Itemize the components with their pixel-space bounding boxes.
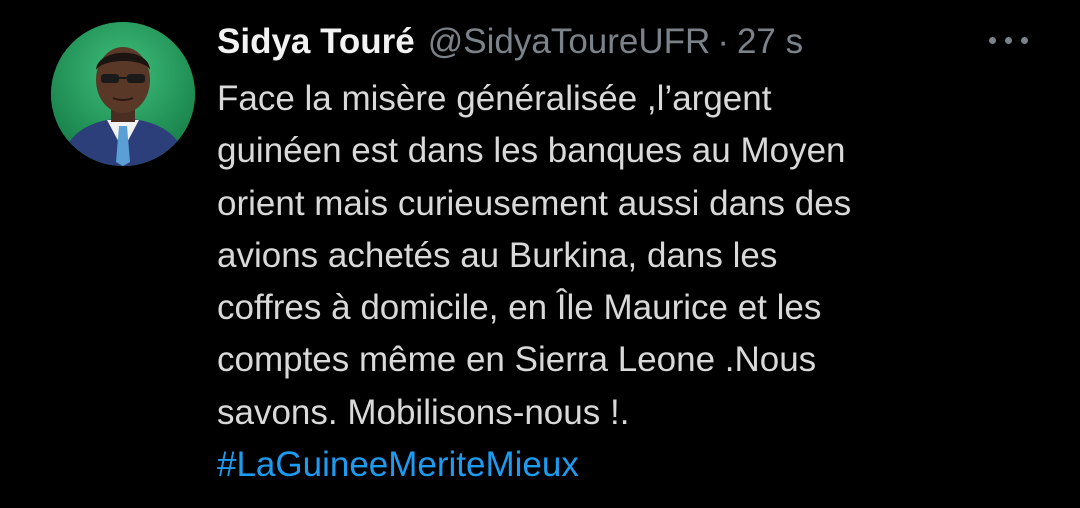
tweet-text-line: orient mais curieusement aussi dans des [217, 183, 852, 223]
hashtag-link[interactable]: #LaGuineeMeriteMieux [217, 439, 1047, 491]
tweet-text-line: guinéen est dans les banques au Moyen [217, 131, 846, 171]
tweet-text: Face la misère généralisée ,l’argent gui… [217, 73, 1047, 491]
more-dot [989, 37, 996, 44]
tweet-header: Sidya Touré @SidyaToureUFR · 27 s [217, 20, 803, 64]
more-horizontal-icon[interactable] [989, 32, 1029, 48]
more-dot [1021, 37, 1028, 44]
tweet-text-line: avions achetés au Burkina, dans les [217, 235, 778, 275]
tweet-text-line: coffres à domicile, en Île Maurice et le… [217, 288, 822, 328]
tweet-text-line: Face la misère généralisée ,l’argent [217, 79, 772, 118]
tweet-text-line: comptes même en Sierra Leone .Nous [217, 340, 817, 380]
avatar-image [51, 22, 195, 166]
author-name[interactable]: Sidya Touré [217, 20, 415, 64]
avatar[interactable] [51, 22, 195, 166]
author-handle[interactable]: @SidyaToureUFR [428, 20, 711, 64]
header-separator: · [717, 22, 729, 61]
timestamp[interactable]: 27 s [737, 20, 803, 64]
more-dot [1005, 37, 1012, 44]
tweet[interactable]: Sidya Touré @SidyaToureUFR · 27 s Face l… [0, 0, 1080, 508]
tweet-text-line: savons. Mobilisons-nous !. [217, 392, 630, 432]
